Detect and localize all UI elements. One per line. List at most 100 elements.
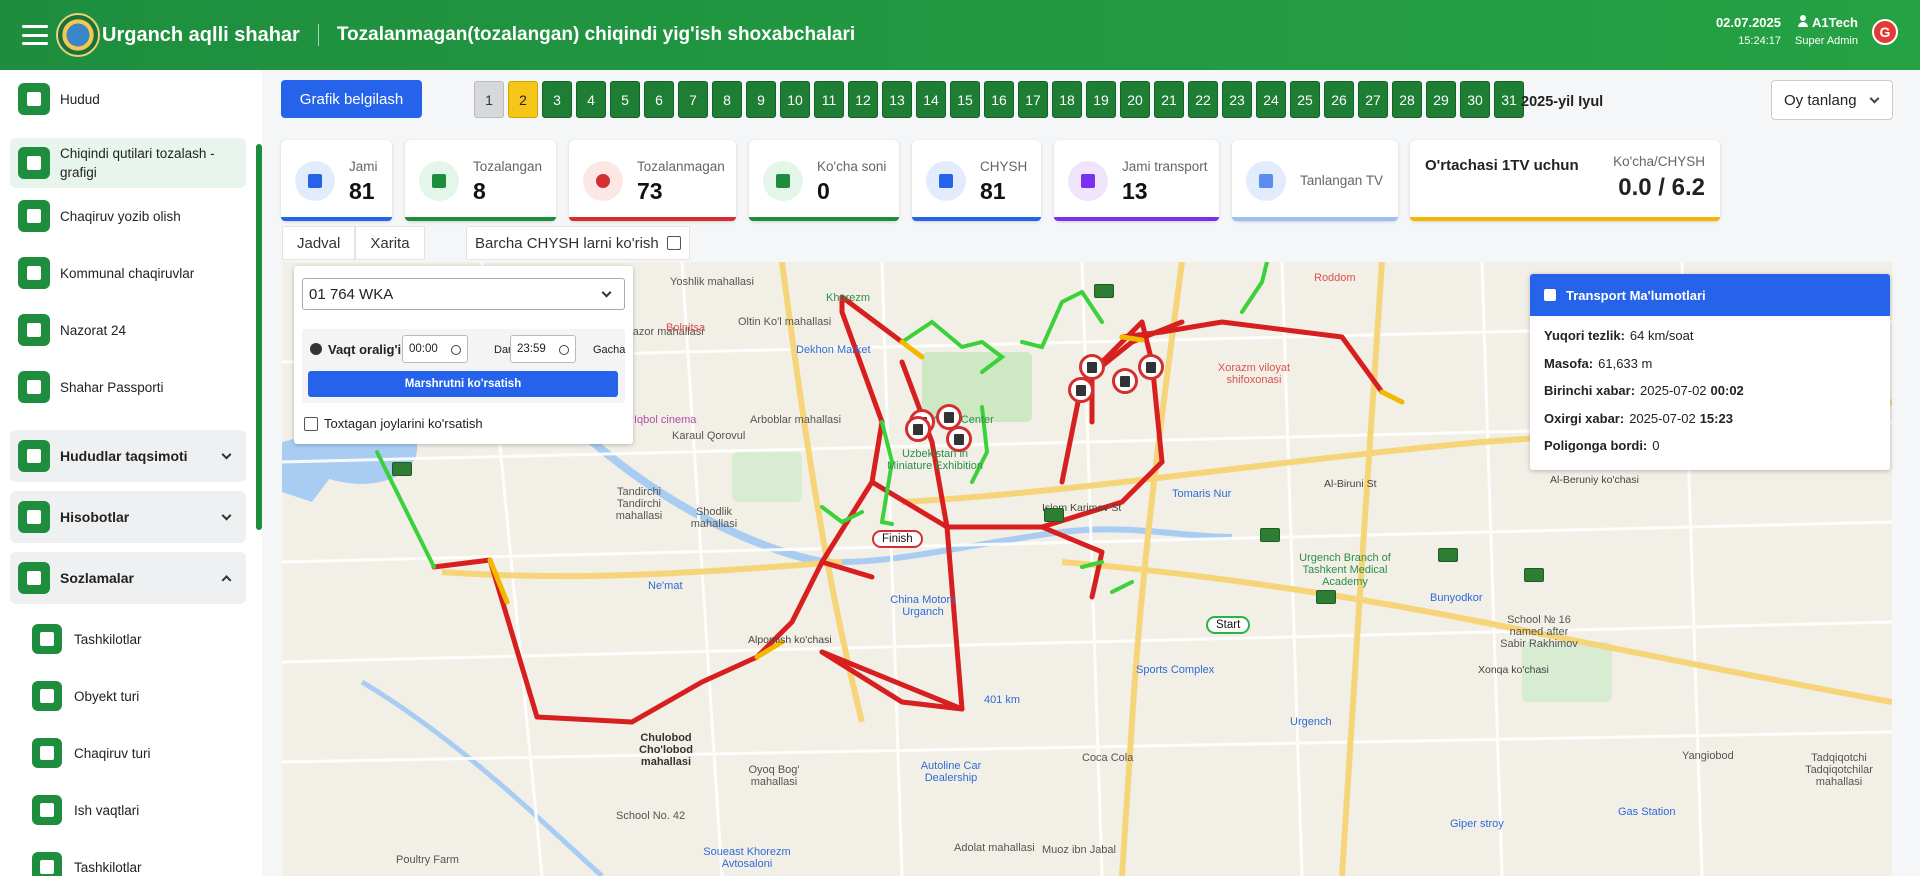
truck-marker-icon[interactable] [1316,590,1336,604]
sidebar-group-regions[interactable]: Hududlar taqsimoti [10,430,246,482]
sidebar-item-call-record[interactable]: Chaqiruv yozib olish [10,196,246,236]
stat-card-selected-tv[interactable]: Tanlangan TV [1232,140,1398,221]
avatar[interactable]: G [1872,19,1898,45]
max-speed-label: Yuqori tezlik: [1544,328,1625,344]
day-button-16[interactable]: 16 [984,81,1014,118]
truck-marker-icon[interactable] [392,462,412,476]
sidebar-sub-label: Obyekt turi [74,688,140,704]
day-button-6[interactable]: 6 [644,81,674,118]
day-button-4[interactable]: 4 [576,81,606,118]
truck-marker-icon[interactable] [1438,548,1458,562]
day-button-11[interactable]: 11 [814,81,844,118]
sidebar-item-cleaning-schedule[interactable]: Chiqindi qutilari tozalash - grafigi [10,138,246,188]
day-button-21[interactable]: 21 [1154,81,1184,118]
map-label: Sports Complex [1136,664,1215,676]
show-all-chysh-toggle[interactable]: Barcha CHYSH larni ko'rish [466,226,690,260]
tab-table[interactable]: Jadval [282,226,356,260]
bar-chart-icon [18,501,50,533]
stat-card-cleaned[interactable]: Tozalangan 8 [405,140,556,221]
sidebar-sub-organizations-2[interactable]: Tashkilotlar [32,849,252,876]
day-button-3[interactable]: 3 [542,81,572,118]
to-time-input[interactable]: 23:59 [510,335,576,363]
finish-marker[interactable]: Finish [872,530,923,548]
stat-card-streets[interactable]: Ko'cha soni 0 [749,140,899,221]
user-info[interactable]: A1Tech Super Admin [1795,14,1858,50]
day-button-23[interactable]: 23 [1222,81,1252,118]
day-button-30[interactable]: 30 [1460,81,1490,118]
day-button-13[interactable]: 13 [882,81,912,118]
day-button-18[interactable]: 18 [1052,81,1082,118]
day-button-22[interactable]: 22 [1188,81,1218,118]
sidebar-group-settings[interactable]: Sozlamalar [10,552,246,604]
truck-marker-icon[interactable] [1260,528,1280,542]
building-icon [32,624,62,654]
sidebar-item-hudud[interactable]: Hudud [10,80,246,118]
sidebar-sub-call-type[interactable]: Chaqiruv turi [32,735,252,771]
hamburger-menu-icon[interactable] [22,25,48,45]
day-button-29[interactable]: 29 [1426,81,1456,118]
start-marker[interactable]: Start [1206,616,1251,634]
chevron-up-icon [221,575,232,586]
truck-marker-icon[interactable] [1094,284,1114,298]
sidebar-sub-work-hours[interactable]: Ish vaqtlari [32,792,252,828]
day-button-20[interactable]: 20 [1120,81,1150,118]
sidebar-item-city-passport[interactable]: Shahar Passporti [10,367,246,407]
day-button-10[interactable]: 10 [780,81,810,118]
first-message-label: Birinchi xabar: [1544,383,1636,399]
day-button-24[interactable]: 24 [1256,81,1286,118]
day-button-28[interactable]: 28 [1392,81,1422,118]
tab-map[interactable]: Xarita [355,226,425,260]
show-route-button[interactable]: Marshrutni ko'rsatish [308,371,618,397]
day-button-9[interactable]: 9 [746,81,776,118]
truck-marker-icon[interactable] [1044,508,1064,522]
day-button-31[interactable]: 31 [1494,81,1524,118]
sidebar-scrollbar[interactable] [256,144,262,530]
day-button-12[interactable]: 12 [848,81,878,118]
sidebar-item-communal-calls[interactable]: Kommunal chaqiruvlar [10,253,246,293]
day-button-7[interactable]: 7 [678,81,708,118]
day-button-17[interactable]: 17 [1018,81,1048,118]
stat-bar [1410,217,1720,221]
user-role: Super Admin [1795,35,1858,47]
schedule-button[interactable]: Grafik belgilash [281,80,422,118]
trash-bin-marker-icon[interactable] [946,426,972,452]
trash-bin-marker-icon[interactable] [1079,354,1105,380]
day-button-15[interactable]: 15 [950,81,980,118]
trash-bin-marker-icon[interactable] [1138,354,1164,380]
show-stops-row[interactable]: Toxtagan joylarini ko'rsatish [304,416,483,431]
sidebar-sub-organizations[interactable]: Tashkilotlar [32,621,252,657]
trash-bin-marker-icon[interactable] [1068,377,1094,403]
trash-bin-marker-icon[interactable] [1112,368,1138,394]
day-button-26[interactable]: 26 [1324,81,1354,118]
sidebar-item-nazorat[interactable]: Nazorat 24 [10,310,246,350]
day-button-1[interactable]: 1 [474,81,504,118]
app-title[interactable]: Urganch aqlli shahar [102,24,300,47]
day-button-25[interactable]: 25 [1290,81,1320,118]
day-button-27[interactable]: 27 [1358,81,1388,118]
chevron-down-icon [1869,93,1880,104]
show-stops-checkbox[interactable] [304,416,318,431]
sidebar-sub-object-type[interactable]: Obyekt turi [32,678,252,714]
vehicle-select[interactable]: 01 764 WKA [302,278,625,310]
sidebar-group-reports[interactable]: Hisobotlar [10,491,246,543]
map-label: Al-Beruniy ko'chasi [1550,474,1639,486]
day-button-2[interactable]: 2 [508,81,538,118]
day-button-19[interactable]: 19 [1086,81,1116,118]
stat-card-transport[interactable]: Jami transport 13 [1054,140,1219,221]
from-time-input[interactable]: 00:00 [402,335,468,363]
day-button-8[interactable]: 8 [712,81,742,118]
last-message-label: Oxirgi xabar: [1544,410,1625,426]
trash-bin-marker-icon[interactable] [905,416,931,442]
stat-value: 8 [473,177,486,204]
day-button-5[interactable]: 5 [610,81,640,118]
stat-value: 13 [1122,177,1148,204]
month-select[interactable]: Oy tanlang [1771,80,1893,120]
truck-marker-icon[interactable] [1524,568,1544,582]
distance-label: Masofa: [1544,355,1594,371]
stat-card-uncleaned[interactable]: Tozalanmagan 73 [569,140,736,221]
stat-card-total[interactable]: Jami 81 [281,140,392,221]
day-button-14[interactable]: 14 [916,81,946,118]
stat-card-chysh[interactable]: CHYSH 81 [912,140,1041,221]
table-icon [1544,289,1556,301]
show-all-checkbox[interactable] [666,236,681,250]
